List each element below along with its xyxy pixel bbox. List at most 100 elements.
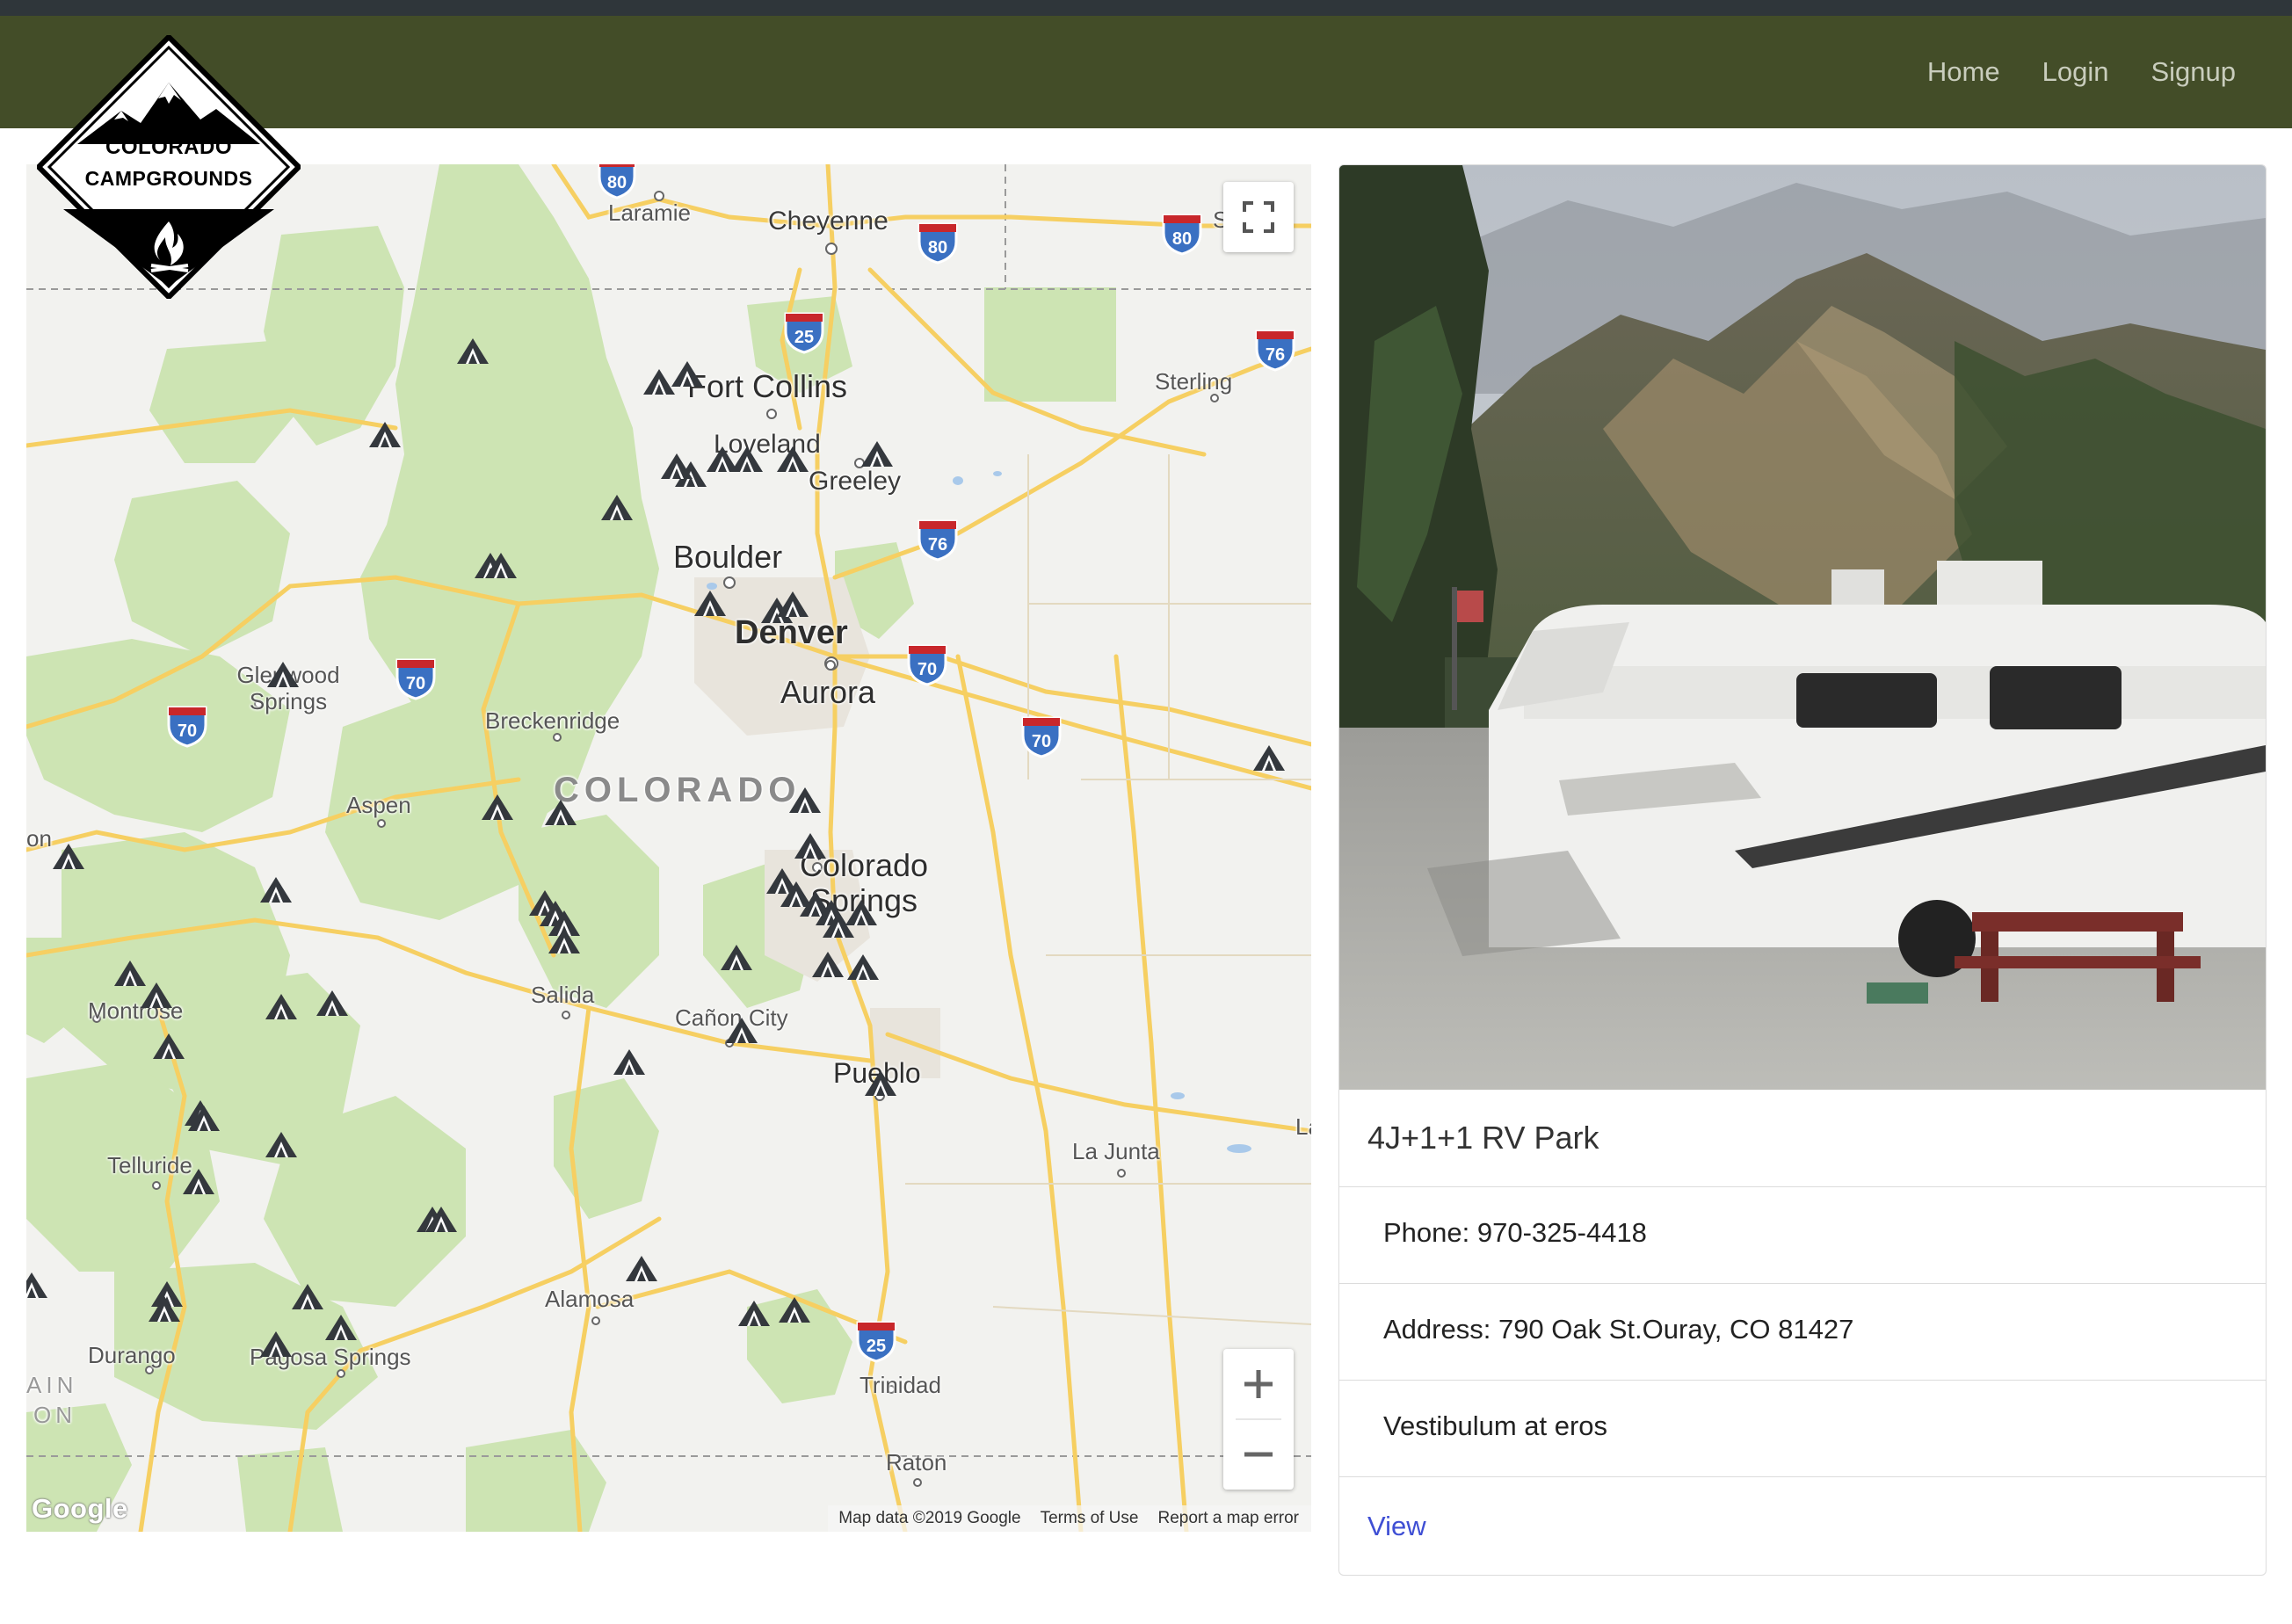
svg-text:80: 80 — [1172, 229, 1192, 249]
campground-marker-icon[interactable] — [864, 1069, 897, 1098]
campground-marker-icon[interactable] — [625, 1255, 658, 1283]
campground-marker-icon[interactable] — [788, 787, 822, 815]
place-breckenridge: Breckenridge — [485, 707, 620, 734]
map-footer: Map data ©2019 Google Terms of Use Repor… — [828, 1505, 1311, 1532]
campground-marker-icon[interactable] — [776, 591, 809, 619]
browser-top-strip — [0, 0, 2292, 16]
place-edge-on2: ON — [33, 1402, 76, 1428]
campground-marker-icon[interactable] — [481, 794, 514, 822]
campground-marker-icon[interactable] — [693, 590, 727, 618]
card-title-row: 4J+1+1 RV Park — [1339, 1090, 2266, 1187]
campground-marker-icon[interactable] — [182, 1168, 215, 1196]
card-description-text: Vestibulum at eros — [1383, 1410, 1608, 1441]
svg-text:76: 76 — [1266, 345, 1285, 365]
campground-marker-icon[interactable] — [725, 1017, 758, 1045]
place-telluride: Telluride — [107, 1152, 192, 1178]
zoom-in-button[interactable] — [1223, 1349, 1294, 1419]
campground-marker-icon[interactable] — [660, 453, 693, 481]
nav-home-link[interactable]: Home — [1924, 56, 2004, 88]
campground-marker-icon[interactable] — [548, 927, 581, 955]
zoom-controls — [1223, 1349, 1294, 1490]
campground-marker-icon[interactable] — [316, 990, 349, 1018]
campground-marker-icon[interactable] — [1252, 744, 1286, 772]
svg-text:80: 80 — [607, 173, 627, 192]
card-address-item: Address: 790 Oak St.Ouray, CO 81427 — [1339, 1284, 2266, 1381]
campground-marker-icon[interactable] — [730, 446, 764, 474]
campground-card: 4J+1+1 RV Park Phone: 970-325-4418 Addre… — [1338, 164, 2267, 1576]
campground-marker-icon[interactable] — [613, 1048, 646, 1077]
navbar: Home Login Signup — [0, 16, 2292, 128]
place-edge-ain: AIN — [26, 1372, 78, 1398]
place-aurora: Aurora — [780, 674, 876, 710]
campground-marker-icon[interactable] — [845, 899, 878, 927]
campground-marker-icon[interactable] — [265, 1131, 298, 1159]
campground-marker-icon[interactable] — [456, 337, 490, 366]
plus-icon — [1244, 1370, 1273, 1398]
campground-marker-icon[interactable] — [544, 799, 577, 827]
rv-park-photo — [1339, 165, 2266, 1090]
campground-marker-icon[interactable] — [424, 1206, 458, 1234]
campground-marker-icon[interactable] — [737, 1300, 771, 1328]
svg-text:25: 25 — [867, 1337, 886, 1356]
campground-marker-icon[interactable] — [291, 1283, 324, 1311]
logo-text-campgrounds: CAMPGROUNDS — [84, 167, 253, 190]
card-description-item: Vestibulum at eros — [1339, 1381, 2266, 1477]
campground-marker-icon[interactable] — [776, 446, 809, 474]
campground-marker-icon[interactable] — [778, 1296, 811, 1324]
map-data-attribution: Map data ©2019 Google — [838, 1509, 1021, 1527]
place-cheyenne: Cheyenne — [768, 207, 889, 236]
campground-marker-icon[interactable] — [794, 832, 827, 860]
nav-links: Home Login Signup — [1924, 16, 2239, 128]
place-sterling: Sterling — [1155, 368, 1233, 395]
campground-marker-icon[interactable] — [266, 661, 300, 689]
fullscreen-icon — [1243, 201, 1274, 233]
campground-marker-icon[interactable] — [187, 1105, 221, 1133]
svg-text:70: 70 — [1032, 732, 1051, 751]
minus-icon — [1244, 1452, 1273, 1457]
card-title: 4J+1+1 RV Park — [1367, 1120, 1599, 1156]
fullscreen-button[interactable] — [1223, 182, 1294, 252]
card-phone-item: Phone: 970-325-4418 — [1339, 1187, 2266, 1284]
google-logo[interactable]: Google — [32, 1493, 128, 1525]
place-boulder: Boulder — [673, 539, 783, 575]
nav-login-link[interactable]: Login — [2039, 56, 2113, 88]
place-laramie: Laramie — [608, 199, 691, 226]
logo-text-colorado: COLORADO — [105, 135, 232, 159]
nav-signup-link[interactable]: Signup — [2147, 56, 2239, 88]
campground-marker-icon[interactable] — [152, 1033, 185, 1061]
svg-text:70: 70 — [178, 721, 197, 741]
campground-marker-icon[interactable] — [26, 1272, 48, 1300]
state-label-colorado: COLORADO — [554, 771, 801, 809]
campground-map[interactable]: 80 80 80 76 25 76 70 70 70 70 25 Laramie… — [26, 164, 1311, 1532]
campground-marker-icon[interactable] — [368, 421, 402, 449]
campground-marker-icon[interactable] — [52, 843, 85, 871]
campground-marker-icon[interactable] — [671, 360, 704, 388]
campground-marker-icon[interactable] — [259, 1330, 293, 1359]
campground-marker-icon[interactable] — [259, 876, 293, 904]
place-la-junta: La Junta — [1072, 1138, 1160, 1164]
campground-marker-icon[interactable] — [324, 1314, 358, 1342]
place-alamosa: Alamosa — [545, 1286, 635, 1312]
site-logo[interactable]: COLORADO CAMPGROUNDS — [34, 33, 303, 301]
card-phone-text: Phone: 970-325-4418 — [1383, 1217, 1647, 1248]
campground-marker-icon[interactable] — [860, 440, 894, 468]
place-edge-la: La — [1295, 1113, 1311, 1140]
svg-text:76: 76 — [928, 535, 947, 555]
place-trinidad: Trinidad — [860, 1372, 941, 1398]
place-greeley: Greeley — [809, 467, 902, 496]
campground-marker-icon[interactable] — [600, 494, 634, 522]
zoom-out-button[interactable] — [1223, 1419, 1294, 1490]
svg-text:70: 70 — [406, 674, 425, 693]
campground-marker-icon[interactable] — [148, 1295, 181, 1323]
terms-of-use-link[interactable]: Terms of Use — [1041, 1509, 1139, 1528]
svg-text:80: 80 — [928, 238, 947, 257]
place-aspen: Aspen — [346, 792, 411, 818]
card-view-link[interactable]: View — [1367, 1511, 1426, 1542]
campground-marker-icon[interactable] — [720, 944, 753, 972]
campground-marker-icon[interactable] — [484, 552, 518, 580]
campground-marker-icon[interactable] — [140, 982, 173, 1010]
report-map-error-link[interactable]: Report a map error — [1157, 1509, 1299, 1528]
campground-marker-icon[interactable] — [265, 993, 298, 1021]
campground-marker-icon[interactable] — [846, 953, 880, 982]
campground-marker-icon[interactable] — [811, 951, 845, 979]
